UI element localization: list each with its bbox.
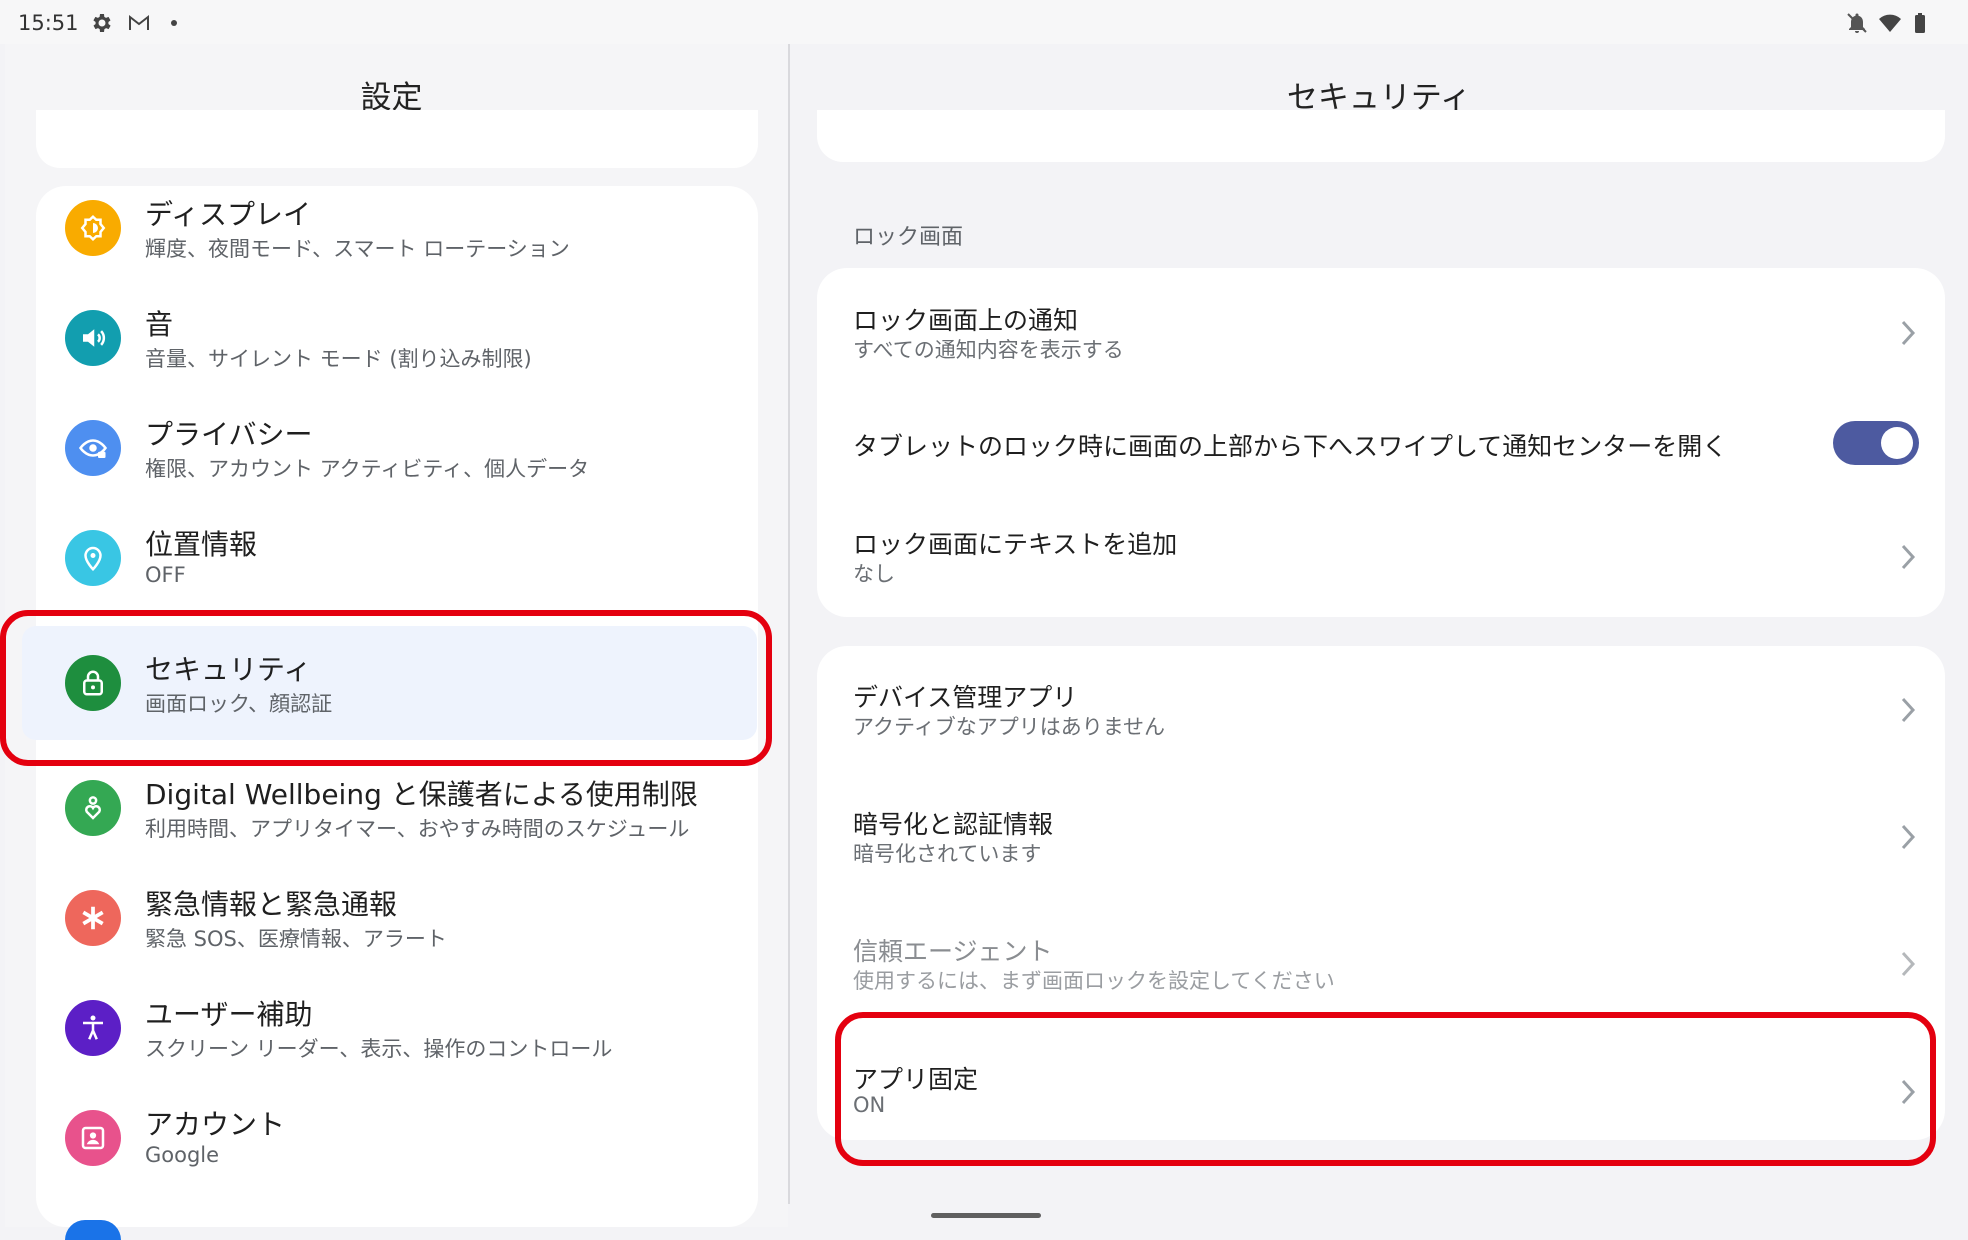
device-admin-apps-item[interactable]: デバイス管理アプリ アクティブなアプリはありません xyxy=(817,666,1945,766)
privacy-eye-icon xyxy=(65,420,121,476)
item-subtitle: 暗号化されています xyxy=(853,842,1042,866)
item-subtitle: すべての通知内容を表示する xyxy=(853,338,1124,362)
item-title: ロック画面にテキストを追加 xyxy=(853,530,1178,559)
item-subtitle: 使用するには、まず画面ロックを設定してください xyxy=(853,969,1335,993)
chevron-right-icon xyxy=(1901,320,1916,346)
settings-item-accessibility[interactable]: ユーザー補助 スクリーン リーダー、表示、操作のコントロール xyxy=(36,971,758,1081)
wifi-icon xyxy=(1879,14,1901,32)
chevron-right-icon xyxy=(1901,544,1916,570)
encryption-credentials-item[interactable]: 暗号化と認証情報 暗号化されています xyxy=(817,793,1945,893)
settings-item-title: ディスプレイ xyxy=(145,198,312,231)
settings-item-digital-wellbeing[interactable]: Digital Wellbeing と保護者による使用制限 利用時間、アプリタイ… xyxy=(36,751,758,861)
location-pin-icon xyxy=(65,530,121,586)
lock-screen-notifications-item[interactable]: ロック画面上の通知 すべての通知内容を表示する xyxy=(817,288,1945,378)
settings-item-title: Digital Wellbeing と保護者による使用制限 xyxy=(145,778,698,811)
item-title: ロック画面上の通知 xyxy=(853,306,1079,335)
display-icon xyxy=(65,200,121,256)
gmail-icon xyxy=(129,14,149,30)
section-label-lock-screen: ロック画面 xyxy=(853,225,964,250)
item-subtitle: アクティブなアプリはありません xyxy=(853,715,1166,739)
account-icon xyxy=(65,1110,121,1166)
battery-icon xyxy=(1915,13,1925,33)
wellbeing-heart-icon xyxy=(65,780,121,836)
accessibility-icon xyxy=(65,1000,121,1056)
settings-item-subtitle: 緊急 SOS、医療情報、アラート xyxy=(145,927,447,951)
pane-divider xyxy=(788,44,790,1204)
settings-item-sound[interactable]: 音 音量、サイレント モード (割り込み制限) xyxy=(36,281,758,391)
previous-card-edge xyxy=(36,110,758,168)
settings-item-subtitle: 輝度、夜間モード、スマート ローテーション xyxy=(145,237,570,261)
settings-item-privacy[interactable]: プライバシー 権限、アカウント アクティビティ、個人データ xyxy=(36,391,758,501)
swipe-notification-center-item[interactable]: タブレットのロック時に画面の上部から下へスワイプして通知センターを開く xyxy=(817,398,1945,488)
sound-icon xyxy=(65,310,121,366)
previous-card-edge xyxy=(817,110,1945,162)
trust-agents-item[interactable]: 信頼エージェント 使用するには、まず画面ロックを設定してください xyxy=(817,920,1945,1020)
lock-screen-text-item[interactable]: ロック画面にテキストを追加 なし xyxy=(817,512,1945,602)
settings-item-title: ユーザー補助 xyxy=(145,998,313,1031)
status-bar: 15:51 xyxy=(0,0,1968,44)
settings-item-subtitle: 利用時間、アプリタイマー、おやすみ時間のスケジュール xyxy=(145,817,690,841)
chevron-right-icon xyxy=(1901,824,1916,850)
security-highlight-box xyxy=(0,610,772,766)
settings-item-title: 音 xyxy=(145,308,174,341)
settings-item-title: プライバシー xyxy=(145,418,313,451)
notification-dot-icon xyxy=(171,20,177,26)
item-title: 暗号化と認証情報 xyxy=(853,810,1054,839)
item-subtitle: なし xyxy=(853,562,895,586)
settings-item-accounts[interactable]: アカウント Google xyxy=(36,1081,758,1191)
item-title: 信頼エージェント xyxy=(853,937,1053,966)
toggle-knob xyxy=(1881,427,1913,459)
settings-item-subtitle: 音量、サイレント モード (割り込み制限) xyxy=(145,347,532,371)
settings-gear-icon xyxy=(93,14,111,32)
emergency-asterisk-icon xyxy=(65,890,121,946)
settings-item-display[interactable]: ディスプレイ 輝度、夜間モード、スマート ローテーション xyxy=(36,171,758,281)
settings-item-title: アカウント xyxy=(145,1108,286,1141)
chevron-right-icon xyxy=(1901,951,1916,977)
swipe-notification-toggle[interactable] xyxy=(1833,421,1919,465)
settings-item-location[interactable]: 位置情報 OFF xyxy=(36,501,758,611)
settings-item-subtitle: 権限、アカウント アクティビティ、個人データ xyxy=(145,457,590,481)
home-indicator[interactable] xyxy=(931,1213,1041,1218)
settings-item-emergency[interactable]: 緊急情報と緊急通報 緊急 SOS、医療情報、アラート xyxy=(36,861,758,971)
chevron-right-icon xyxy=(1901,697,1916,723)
item-title: デバイス管理アプリ xyxy=(853,683,1078,712)
settings-item-subtitle: Google xyxy=(145,1143,220,1167)
settings-item-subtitle: スクリーン リーダー、表示、操作のコントロール xyxy=(145,1037,613,1061)
status-time: 15:51 xyxy=(18,11,79,35)
settings-item-title: 位置情報 xyxy=(145,528,258,561)
settings-item-subtitle: OFF xyxy=(145,563,186,587)
app-pinning-highlight-box xyxy=(835,1012,1936,1166)
next-item-icon xyxy=(65,1220,121,1240)
notifications-off-icon xyxy=(1847,13,1867,33)
settings-item-title: 緊急情報と緊急通報 xyxy=(145,888,398,921)
item-title: タブレットのロック時に画面の上部から下へスワイプして通知センターを開く xyxy=(853,432,1728,461)
